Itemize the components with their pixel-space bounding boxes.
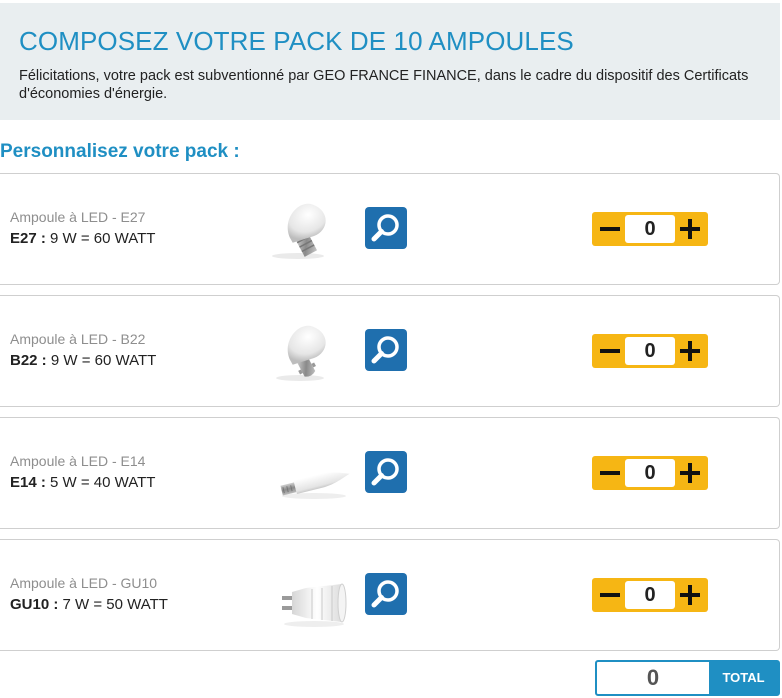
minus-icon[interactable]: [594, 334, 626, 368]
plus-icon[interactable]: [674, 456, 706, 490]
quantity-input[interactable]: [625, 337, 675, 365]
zoom-button-e14[interactable]: [365, 451, 407, 493]
product-wattage: 9 W = 60 WATT: [46, 352, 157, 369]
product-wattage: 5 W = 40 WATT: [45, 474, 156, 491]
quantity-stepper-e27: [592, 212, 708, 246]
minus-icon[interactable]: [594, 578, 626, 612]
bulb-b22-image: [276, 325, 326, 381]
quantity-stepper-b22: [592, 334, 708, 368]
product-row-e14: Ampoule à LED - E14 E14 : 5 W = 40 WATT: [0, 417, 780, 529]
product-code: E27 :: [10, 230, 46, 247]
zoom-button-gu10[interactable]: [365, 573, 407, 615]
zoom-button-e27[interactable]: [365, 207, 407, 249]
product-code: B22 :: [10, 352, 47, 369]
plus-icon[interactable]: [674, 578, 706, 612]
quantity-input[interactable]: [625, 459, 675, 487]
product-row-gu10: Ampoule à LED - GU10 GU10 : 7 W = 50 WAT…: [0, 539, 780, 651]
total-label: TOTAL: [709, 662, 778, 694]
product-spec: E14 : 5 W = 40 WATT: [10, 474, 155, 491]
quantity-input[interactable]: [625, 581, 675, 609]
minus-icon[interactable]: [594, 212, 626, 246]
zoom-button-b22[interactable]: [365, 329, 407, 371]
quantity-stepper-gu10: [592, 578, 708, 612]
magnifier-icon: [371, 580, 399, 608]
plus-icon[interactable]: [674, 212, 706, 246]
magnifier-icon: [371, 336, 399, 364]
product-wattage: 7 W = 50 WATT: [58, 596, 168, 613]
page-title: COMPOSEZ VOTRE PACK DE 10 AMPOULES: [19, 26, 574, 56]
section-title: Personnalisez votre pack :: [0, 141, 240, 162]
product-wattage: 9 W = 60 WATT: [45, 230, 156, 247]
product-spec: GU10 : 7 W = 50 WATT: [10, 596, 168, 613]
product-name: Ampoule à LED - B22: [10, 331, 146, 347]
quantity-input[interactable]: [625, 215, 675, 243]
product-name: Ampoule à LED - E14: [10, 453, 146, 469]
minus-icon[interactable]: [594, 456, 626, 490]
product-spec: E27 : 9 W = 60 WATT: [10, 230, 155, 247]
magnifier-icon: [371, 214, 399, 242]
bulb-gu10-image: [282, 583, 347, 627]
product-name: Ampoule à LED - GU10: [10, 575, 158, 591]
product-code: GU10 :: [10, 596, 59, 613]
product-name: Ampoule à LED - E27: [10, 209, 146, 225]
product-row-e27: Ampoule à LED - E27 E27 : 9 W = 60 WATT: [0, 173, 780, 285]
magnifier-icon: [371, 458, 399, 486]
plus-icon[interactable]: [674, 334, 706, 368]
product-row-b22: Ampoule à LED - B22 B22 : 9 W = 60 WATT: [0, 295, 780, 407]
total-box: 0 TOTAL: [595, 660, 780, 696]
subsidy-notice: Félicitations, votre pack est subvention…: [19, 68, 749, 102]
product-spec: B22 : 9 W = 60 WATT: [10, 352, 156, 369]
bulb-e27-image: [272, 203, 326, 259]
bulb-e14-image: [280, 472, 350, 499]
total-value: 0: [646, 665, 660, 690]
header-banner: COMPOSEZ VOTRE PACK DE 10 AMPOULES Félic…: [0, 3, 780, 120]
product-code: E14 :: [10, 474, 46, 491]
quantity-stepper-e14: [592, 456, 708, 490]
